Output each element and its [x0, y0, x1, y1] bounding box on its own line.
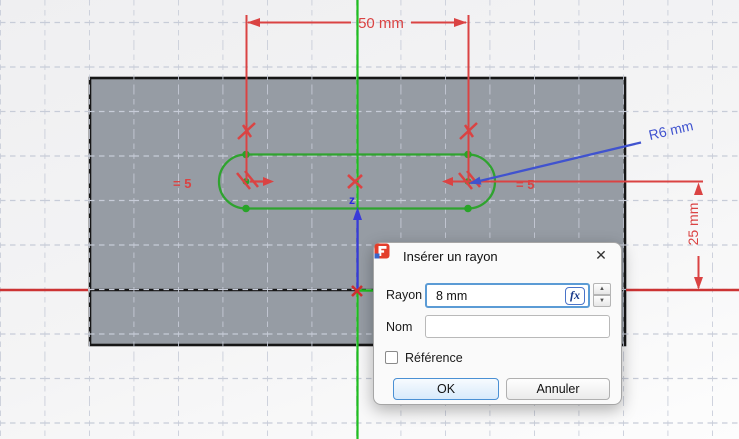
close-icon[interactable]: ✕	[592, 246, 610, 264]
cad-application-window: z 50 mm = 5 = 5	[0, 0, 739, 439]
dialog-app-icon	[374, 243, 390, 259]
spinner-up-icon[interactable]: ▲	[593, 283, 611, 295]
dimension-25mm-label[interactable]: 25 mm	[685, 203, 701, 246]
nom-field-wrap	[425, 315, 610, 338]
rayon-field-wrap: fx	[425, 283, 590, 308]
equal-constraint-right: = 5	[516, 177, 534, 192]
sketch-viewport[interactable]: z 50 mm = 5 = 5	[0, 0, 739, 439]
reference-label: Référence	[405, 351, 463, 365]
nom-label: Nom	[386, 320, 412, 334]
rayon-input[interactable]	[427, 285, 588, 306]
dimension-50mm-label[interactable]: 50 mm	[358, 15, 404, 32]
expression-fx-icon[interactable]: fx	[565, 287, 585, 305]
spinner-down-icon[interactable]: ▼	[593, 295, 611, 307]
cancel-button[interactable]: Annuler	[506, 378, 610, 400]
insert-radius-dialog: Insérer un rayon ✕ Rayon : fx ▲ ▼ Nom Ré…	[373, 242, 622, 405]
equal-constraint-left: = 5	[173, 176, 191, 191]
rayon-spinner: ▲ ▼	[593, 283, 611, 308]
z-axis-label: z	[349, 193, 355, 207]
dialog-title: Insérer un rayon	[403, 248, 498, 265]
reference-checkbox[interactable]	[385, 351, 398, 364]
rayon-label: Rayon :	[386, 288, 429, 302]
ok-button[interactable]: OK	[393, 378, 499, 400]
nom-input[interactable]	[426, 316, 609, 337]
sketch-grid	[0, 0, 739, 439]
